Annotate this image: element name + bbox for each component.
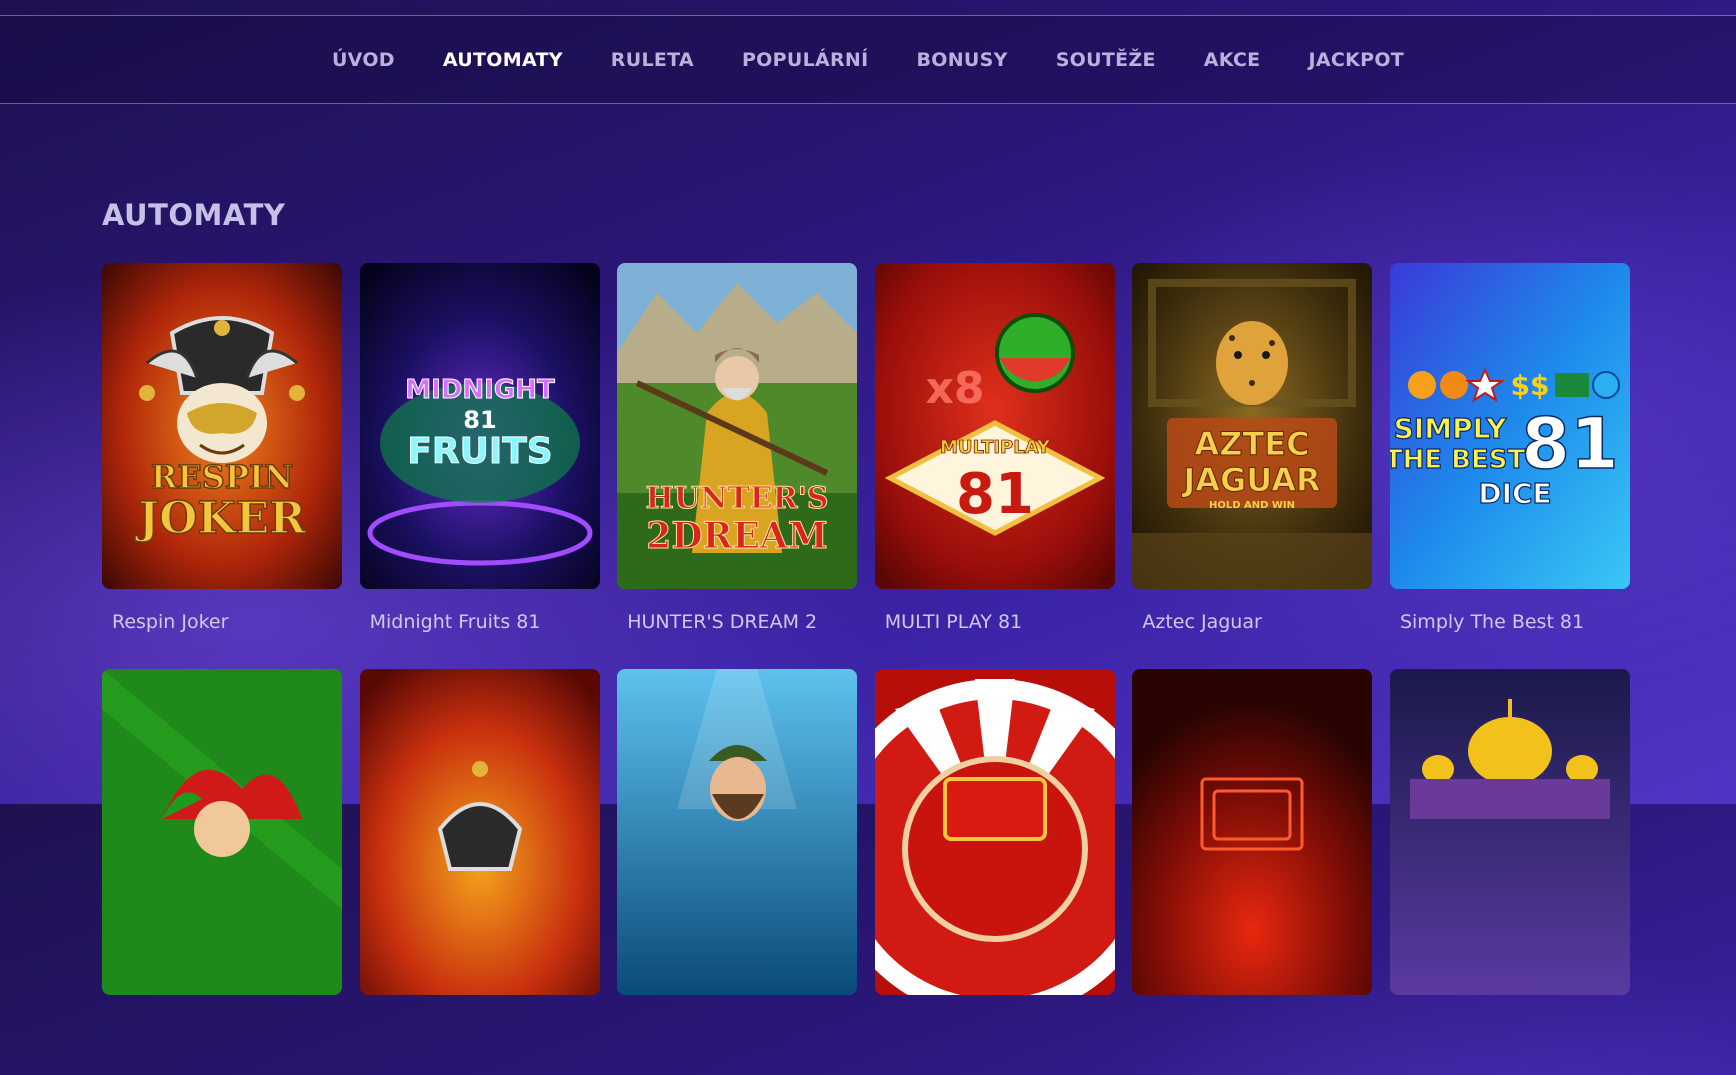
respin-joker-art-line2: JOKER: [134, 493, 306, 544]
midnight-fruits-art-line2: 81: [463, 406, 496, 434]
multi-play-art-line1: x8: [925, 363, 984, 414]
game-card-aztec-jaguar[interactable]: AZTEC JAGUAR HOLD AND WIN Aztec Jaguar: [1132, 263, 1373, 669]
game-title-multi-play[interactable]: MULTI PLAY 81: [875, 611, 1115, 633]
game-title-hunters-dream[interactable]: HUNTER'S DREAM 2: [617, 611, 857, 633]
neon-red-art[interactable]: [1132, 669, 1373, 995]
simply-the-best-art-line4: DICE: [1478, 477, 1551, 510]
simply-the-best-art-line1: SIMPLY: [1394, 412, 1507, 445]
game-card-row2-5[interactable]: [1132, 669, 1373, 1075]
game-card-row2-3[interactable]: [617, 669, 858, 1075]
game-card-midnight-fruits[interactable]: MIDNIGHT 81 FRUITS Midnight Fruits 81: [359, 263, 600, 669]
nav-item-souteze[interactable]: SOUTĚŽE: [1056, 49, 1156, 71]
nav-item-ruleta[interactable]: RULETA: [611, 49, 694, 71]
multi-play-art-line3: 81: [956, 462, 1034, 527]
game-title-respin-joker[interactable]: Respin Joker: [102, 611, 342, 633]
nav-item-bonusy[interactable]: BONUSY: [916, 49, 1007, 71]
game-card-respin-joker[interactable]: RESPIN JOKER Respin Joker: [102, 263, 342, 669]
game-card-row2-2[interactable]: [359, 669, 600, 1075]
nav-item-akce[interactable]: AKCE: [1204, 49, 1261, 71]
fisherman-underwater-art[interactable]: [617, 669, 858, 995]
palace-gold-art[interactable]: [1389, 669, 1630, 995]
midnight-fruits-art-line1: MIDNIGHT: [405, 375, 555, 405]
respin-joker-art-line1: RESPIN: [151, 458, 293, 496]
game-title-simply-the-best[interactable]: Simply The Best 81: [1390, 611, 1630, 633]
simply-the-best-art-line3: 81: [1521, 403, 1618, 485]
game-card-simply-the-best[interactable]: $$ SIMPLY THE BEST 81 DICE Simply The Be…: [1389, 263, 1630, 669]
joker-red-art[interactable]: [359, 669, 600, 995]
section-title: AUTOMATY: [102, 198, 286, 232]
hunters-dream-art-line1: HUNTER'S: [646, 481, 829, 516]
games-grid: RESPIN JOKER Respin Joker MIDNIGHT 81 FR…: [102, 263, 1630, 1075]
nav-item-automaty[interactable]: AUTOMATY: [443, 49, 563, 71]
midnight-fruits-art-line3: FRUITS: [407, 431, 552, 472]
nav-item-uvod[interactable]: ÚVOD: [332, 49, 395, 71]
aztec-jaguar-art-line3: HOLD AND WIN: [1209, 500, 1295, 511]
game-card-row2-1[interactable]: [102, 669, 342, 1075]
aztec-jaguar-art-line1: AZTEC: [1195, 425, 1310, 463]
jester-green-art[interactable]: [102, 669, 342, 995]
game-card-row2-4[interactable]: [874, 669, 1115, 1075]
main-nav: ÚVOD AUTOMATY RULETA POPULÁRNÍ BONUSY SO…: [0, 16, 1736, 104]
nav-item-jackpot[interactable]: JACKPOT: [1308, 49, 1404, 71]
game-title-aztec-jaguar[interactable]: Aztec Jaguar: [1132, 611, 1372, 633]
game-card-multi-play[interactable]: x8 MULTIPLAY 81 MULTI PLAY 81: [874, 263, 1115, 669]
simply-the-best-art-line2: THE BEST: [1390, 445, 1525, 475]
game-title-midnight-fruits[interactable]: Midnight Fruits 81: [360, 611, 600, 633]
game-thumbnail-respin-joker[interactable]: RESPIN JOKER: [102, 263, 342, 589]
wheel-red-art[interactable]: [874, 669, 1115, 995]
game-thumbnail-multi-play[interactable]: x8 MULTIPLAY 81: [874, 263, 1115, 589]
game-card-row2-6[interactable]: [1389, 669, 1630, 1075]
game-thumbnail-simply-the-best[interactable]: $$ SIMPLY THE BEST 81 DICE: [1389, 263, 1630, 589]
game-thumbnail-midnight-fruits[interactable]: MIDNIGHT 81 FRUITS: [359, 263, 600, 589]
aztec-jaguar-art-line2: JAGUAR: [1182, 461, 1321, 499]
multi-play-art-line2: MULTIPLAY: [940, 437, 1051, 458]
game-card-hunters-dream[interactable]: HUNTER'S 2DREAM HUNTER'S DREAM 2: [617, 263, 858, 669]
hunters-dream-art-line2: 2DREAM: [646, 515, 827, 557]
svg-text:$$: $$: [1510, 369, 1549, 402]
nav-item-popularni[interactable]: POPULÁRNÍ: [742, 49, 869, 71]
game-thumbnail-aztec-jaguar[interactable]: AZTEC JAGUAR HOLD AND WIN: [1132, 263, 1373, 589]
game-thumbnail-hunters-dream[interactable]: HUNTER'S 2DREAM: [617, 263, 858, 589]
